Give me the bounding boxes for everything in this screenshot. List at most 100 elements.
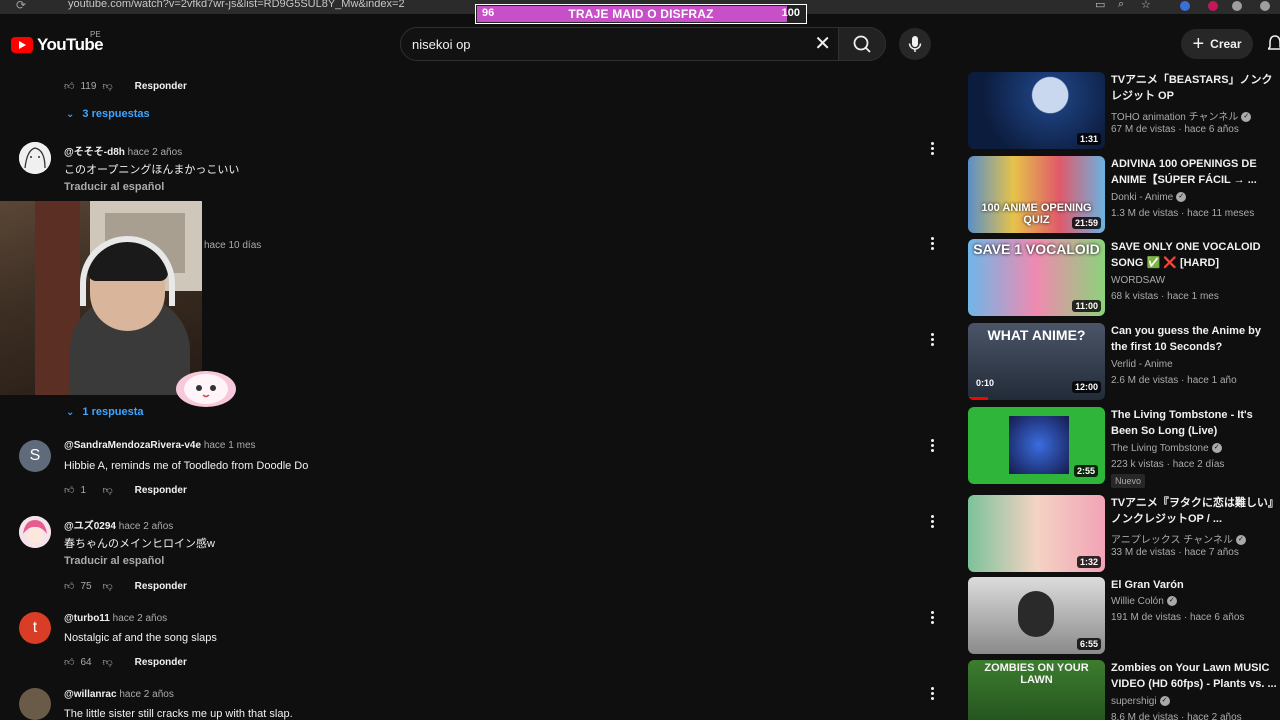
like-icon[interactable]: 👍︎ [64, 484, 74, 496]
like-icon[interactable]: 👍︎ [64, 80, 74, 92]
reply-button[interactable]: Responder [135, 581, 187, 592]
view-count: 1.3 M de vistas [1111, 208, 1179, 219]
search-box[interactable]: nisekoi op ✕ [400, 27, 840, 61]
video-thumbnail[interactable]: ZOMBIES ON YOUR LAWN [968, 660, 1105, 720]
comment-menu-icon[interactable] [928, 142, 936, 158]
video-thumbnail[interactable]: 1:31 [968, 72, 1105, 149]
voice-search-button[interactable] [899, 28, 931, 60]
menu-icon[interactable] [1260, 1, 1270, 11]
comment-author[interactable]: @turbo11 [64, 613, 110, 624]
like-icon[interactable]: 👍︎ [64, 580, 74, 592]
comment-menu-icon[interactable] [928, 237, 936, 253]
profile-icon[interactable] [1232, 1, 1242, 11]
translate-link[interactable]: Traducir al español [64, 181, 164, 193]
video-channel[interactable]: TOHO animation チャンネル ✓ [1111, 108, 1252, 123]
reply-button[interactable]: Responder [135, 485, 187, 496]
channel-name[interactable]: Willie Colón [1111, 596, 1164, 607]
comment-author[interactable]: @そそそ-d8h [64, 147, 125, 158]
upload-age: hace 6 años [1184, 124, 1239, 135]
dislike-icon[interactable]: 👎︎ [102, 656, 112, 668]
video-thumbnail[interactable]: 1:32 [968, 495, 1105, 572]
comment-menu-icon[interactable] [928, 333, 936, 349]
bookmark-star-icon[interactable]: ☆ [1141, 0, 1151, 11]
recommended-video[interactable]: WHAT ANIME? 0:10 12:00 Can you guess the… [968, 323, 1280, 401]
like-icon[interactable]: 👍︎ [64, 656, 74, 668]
comment-author[interactable]: @ユズ0294 [64, 521, 116, 532]
url-text[interactable]: youtube.com/watch?v=2vfkd7wr-js&list=RD9… [68, 0, 405, 10]
zoom-icon[interactable]: ⌕ [1118, 0, 1124, 11]
video-channel[interactable]: Willie Colón ✓ [1111, 596, 1177, 607]
clear-search-icon[interactable]: ✕ [814, 32, 831, 56]
youtube-logo[interactable]: YouTube PE [11, 30, 104, 55]
recommended-video[interactable]: 1:31 TVアニメ「BEASTARS」ノンクレジット OP TOHO anim… [968, 72, 1280, 150]
video-channel[interactable]: アニプレックス チャンネル ✓ [1111, 531, 1246, 546]
recommended-video[interactable]: 100 ANIME OPENING QUIZ 21:59 ADIVINA 100… [968, 156, 1280, 234]
extension-icon[interactable] [1180, 1, 1190, 11]
comment-time[interactable]: hace 2 años [119, 689, 174, 700]
video-title[interactable]: El Gran Varón [1111, 577, 1277, 593]
avatar[interactable]: S [19, 440, 51, 472]
video-title[interactable]: TVアニメ『ヲタクに恋は難しい』ノンクレジットOP / ... [1111, 495, 1277, 527]
video-channel[interactable]: WORDSAW [1111, 275, 1165, 286]
video-title[interactable]: Can you guess the Anime by the first 10 … [1111, 323, 1277, 355]
video-title[interactable]: ADIVINA 100 OPENINGS DE ANIME【SÚPER FÁCI… [1111, 156, 1277, 188]
video-thumbnail[interactable]: 6:55 [968, 577, 1105, 654]
video-channel[interactable]: The Living Tombstone ✓ [1111, 443, 1222, 454]
avatar[interactable]: t [19, 612, 51, 644]
video-thumbnail[interactable]: 2:55 [968, 407, 1105, 484]
channel-name[interactable]: The Living Tombstone [1111, 443, 1209, 454]
comment-time[interactable]: hace 10 días [204, 240, 261, 251]
video-channel[interactable]: Verlid - Anime [1111, 359, 1173, 370]
channel-name[interactable]: Verlid - Anime [1111, 359, 1173, 370]
dislike-icon[interactable]: 👎︎ [102, 580, 112, 592]
extension-icon[interactable] [1208, 1, 1218, 11]
recommended-video[interactable]: 2:55 The Living Tombstone - It's Been So… [968, 407, 1280, 491]
avatar[interactable] [19, 688, 51, 720]
search-input[interactable]: nisekoi op [412, 37, 471, 52]
video-thumbnail[interactable]: 100 ANIME OPENING QUIZ 21:59 [968, 156, 1105, 233]
reply-button[interactable]: Responder [135, 657, 187, 668]
comment-menu-icon[interactable] [928, 611, 936, 627]
video-thumbnail[interactable]: SAVE 1 VOCALOID 11:00 [968, 239, 1105, 316]
video-thumbnail[interactable]: WHAT ANIME? 0:10 12:00 [968, 323, 1105, 400]
like-count: 119 [80, 80, 97, 92]
video-title[interactable]: Zombies on Your Lawn MUSIC VIDEO (HD 60f… [1111, 660, 1277, 692]
video-channel[interactable]: supershigi ✓ [1111, 696, 1170, 707]
dislike-icon[interactable]: 👎︎ [102, 484, 112, 496]
dislike-icon[interactable]: 👎︎ [102, 80, 112, 92]
avatar[interactable] [19, 142, 51, 174]
recommended-video[interactable]: SAVE 1 VOCALOID 11:00 SAVE ONLY ONE VOCA… [968, 239, 1280, 317]
cast-icon[interactable]: ▭ [1095, 0, 1105, 11]
reply-button[interactable]: Responder [135, 81, 187, 92]
recommended-video[interactable]: 1:32 TVアニメ『ヲタクに恋は難しい』ノンクレジットOP / ... アニプ… [968, 495, 1280, 573]
view-replies-button[interactable]: ⌄ 3 respuestas [66, 108, 150, 120]
comment-menu-icon[interactable] [928, 515, 936, 531]
comment-menu-icon[interactable] [928, 439, 936, 455]
channel-name[interactable]: WORDSAW [1111, 275, 1165, 286]
channel-name[interactable]: Donki - Anime [1111, 192, 1173, 203]
comment-menu-icon[interactable] [928, 687, 936, 703]
create-button[interactable]: + Crear [1181, 29, 1253, 59]
recommended-video[interactable]: ZOMBIES ON YOUR LAWN Zombies on Your Law… [968, 660, 1280, 720]
recommended-video[interactable]: 6:55 El Gran Varón Willie Colón ✓ 191 M d… [968, 577, 1280, 655]
comment-time[interactable]: hace 2 años [128, 147, 183, 158]
comment-author[interactable]: @SandraMendozaRivera-v4e [64, 440, 201, 451]
channel-name[interactable]: TOHO animation チャンネル [1111, 112, 1238, 123]
notifications-bell-icon[interactable] [1268, 34, 1280, 54]
translate-link[interactable]: Traducir al español [64, 555, 164, 567]
comment-time[interactable]: hace 2 años [113, 613, 168, 624]
view-replies-button[interactable]: ⌄ 1 respuesta [66, 406, 144, 418]
reload-icon[interactable]: ⟳ [16, 0, 26, 12]
video-title[interactable]: TVアニメ「BEASTARS」ノンクレジット OP [1111, 72, 1277, 104]
verified-icon: ✓ [1159, 696, 1170, 707]
search-button[interactable] [838, 27, 886, 61]
avatar[interactable] [19, 516, 51, 548]
channel-name[interactable]: supershigi [1111, 696, 1157, 707]
video-title[interactable]: SAVE ONLY ONE VOCALOID SONG ✅ ❌ [HARD] [1111, 239, 1277, 271]
video-title[interactable]: The Living Tombstone - It's Been So Long… [1111, 407, 1277, 439]
comment-author[interactable]: @willanrac [64, 689, 117, 700]
video-channel[interactable]: Donki - Anime ✓ [1111, 192, 1187, 203]
comment-time[interactable]: hace 1 mes [204, 440, 256, 451]
comment-time[interactable]: hace 2 años [119, 521, 174, 532]
channel-name[interactable]: アニプレックス チャンネル [1111, 535, 1233, 546]
